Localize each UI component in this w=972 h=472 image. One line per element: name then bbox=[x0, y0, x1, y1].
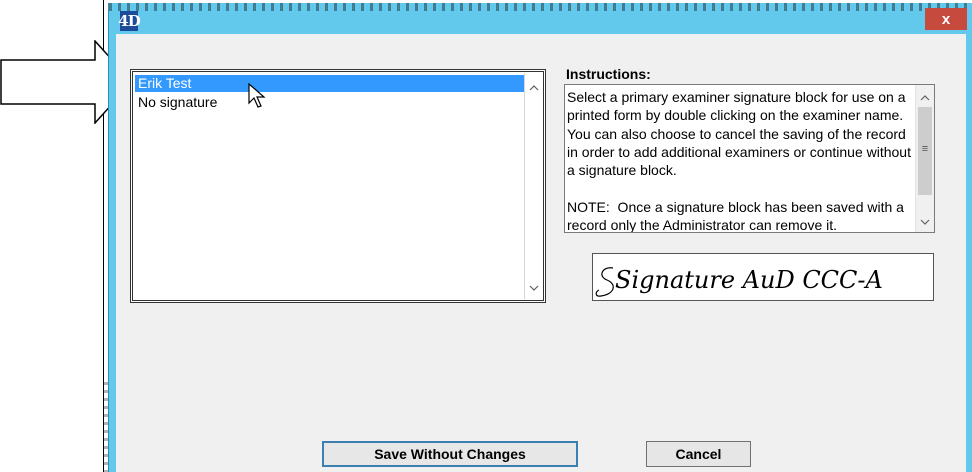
list-item-erik-test[interactable]: Erik Test bbox=[135, 75, 527, 92]
scroll-grip-icon: ≡ bbox=[921, 143, 929, 155]
signature-preview: Signature AuD CCC-A bbox=[592, 253, 934, 301]
scroll-down-icon[interactable] bbox=[525, 279, 542, 296]
instructions-scrollbar[interactable]: ≡ bbox=[915, 85, 934, 232]
mouse-cursor-icon bbox=[248, 83, 266, 108]
listbox-scrollbar[interactable] bbox=[524, 73, 542, 299]
signature-image: Signature AuD CCC-A bbox=[595, 266, 883, 297]
background-text-strip bbox=[109, 3, 972, 11]
scroll-up-icon[interactable] bbox=[525, 79, 542, 96]
instructions-text: Select a primary examiner signature bloc… bbox=[567, 89, 911, 233]
cancel-button[interactable]: Cancel bbox=[646, 441, 751, 467]
signature-text: Signature AuD CCC-A bbox=[615, 266, 883, 294]
signature-listbox[interactable]: Erik Test No signature bbox=[130, 69, 546, 303]
instructions-textarea[interactable]: Select a primary examiner signature bloc… bbox=[564, 84, 935, 233]
instructions-scroll-down-icon[interactable] bbox=[916, 213, 933, 230]
instructions-scroll-up-icon[interactable] bbox=[916, 89, 933, 106]
close-button[interactable]: x bbox=[925, 8, 967, 30]
instructions-label: Instructions: bbox=[566, 66, 651, 82]
save-without-changes-button[interactable]: Save Without Changes bbox=[322, 441, 578, 467]
list-item-no-signature[interactable]: No signature bbox=[135, 94, 217, 111]
app-logo-icon: 4D bbox=[118, 11, 141, 31]
